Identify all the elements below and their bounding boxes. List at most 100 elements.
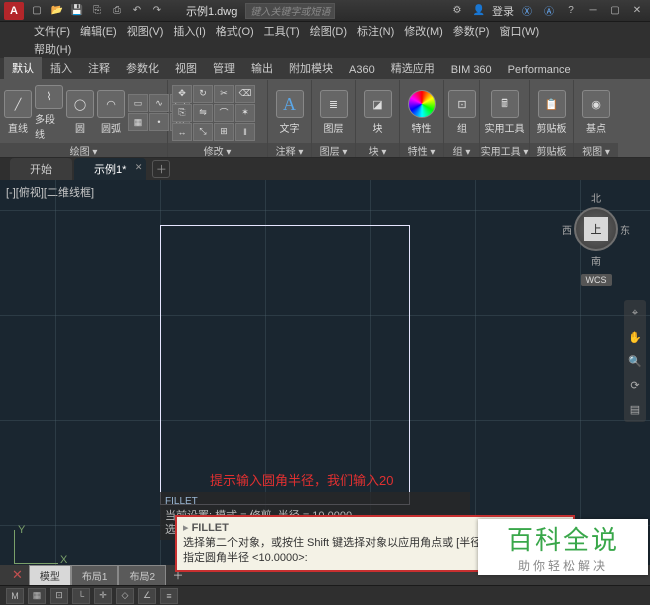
layer-button[interactable]: ≣图层	[316, 85, 351, 141]
layout-tab-1[interactable]: 布局1	[71, 565, 119, 585]
text-button[interactable]: A文字	[272, 85, 307, 141]
file-tab-add-icon[interactable]: ＋	[152, 160, 170, 178]
hatch-icon[interactable]: ▦	[128, 113, 148, 131]
spline-icon[interactable]: ∿	[149, 94, 169, 112]
grid-toggle-icon[interactable]: ▦	[28, 588, 46, 604]
exchange-icon[interactable]: Ⓧ	[518, 2, 536, 20]
offset-icon[interactable]: ‖	[235, 123, 255, 141]
redo-icon[interactable]: ↷	[148, 2, 166, 20]
menu-insert[interactable]: 插入(I)	[169, 22, 209, 40]
new-icon[interactable]: ▢	[28, 2, 46, 20]
ribbon-tab-addins[interactable]: 附加模块	[281, 57, 341, 79]
viewcube[interactable]: 北 西 上 东 南 WCS	[562, 190, 630, 286]
scale-icon[interactable]: ⤡	[193, 123, 213, 141]
panel-prop-title[interactable]: 特性 ▾	[400, 143, 443, 157]
ortho-toggle-icon[interactable]: └	[72, 588, 90, 604]
snap-toggle-icon[interactable]: ⊡	[50, 588, 68, 604]
menu-help[interactable]: 帮助(H)	[30, 40, 75, 58]
ribbon-tab-manage[interactable]: 管理	[205, 57, 243, 79]
help-icon[interactable]: ?	[562, 2, 580, 20]
menu-modify[interactable]: 修改(M)	[400, 22, 447, 40]
layout-tab-model[interactable]: 模型	[29, 565, 71, 585]
block-button[interactable]: ◪块	[360, 85, 395, 141]
saveas-icon[interactable]: ⎘	[88, 2, 106, 20]
explode-icon[interactable]: ✶	[235, 104, 255, 122]
menu-edit[interactable]: 编辑(E)	[76, 22, 121, 40]
panel-view-title[interactable]: 视图 ▾	[574, 143, 618, 157]
panel-block-title[interactable]: 块 ▾	[356, 143, 399, 157]
line-button[interactable]: ╱直线	[4, 85, 32, 141]
ribbon-tab-performance[interactable]: Performance	[500, 61, 579, 79]
wcs-badge[interactable]: WCS	[562, 274, 630, 286]
ribbon-tab-annotate[interactable]: 注释	[80, 57, 118, 79]
signin-icon[interactable]: 👤	[470, 2, 488, 20]
panel-clip-title[interactable]: 剪贴板	[530, 143, 573, 157]
drawing-canvas[interactable]: [-][俯视][二维线框] 提示输入圆角半径，我们输入20 FILLET 当前设…	[0, 180, 650, 572]
menu-file[interactable]: 文件(F)	[30, 22, 74, 40]
panel-modify-title[interactable]: 修改 ▾	[168, 143, 267, 157]
ucs-icon[interactable]: Y X	[10, 524, 60, 564]
open-icon[interactable]: 📂	[48, 2, 66, 20]
app-menu-icon[interactable]: A	[4, 2, 24, 20]
move-icon[interactable]: ✥	[172, 85, 192, 103]
file-tab-close-icon[interactable]: ✕	[135, 162, 143, 173]
fullnav-icon[interactable]: ⌖	[626, 304, 644, 322]
ribbon-tab-bim360[interactable]: BIM 360	[443, 61, 500, 79]
viewport-label[interactable]: [-][俯视][二维线框]	[6, 184, 94, 200]
point-icon[interactable]: •	[149, 113, 169, 131]
ribbon-tab-insert[interactable]: 插入	[42, 57, 80, 79]
polar-toggle-icon[interactable]: ✛	[94, 588, 112, 604]
showmotion-icon[interactable]: ▤	[626, 400, 644, 418]
trim-icon[interactable]: ✂	[214, 85, 234, 103]
minimize-icon[interactable]: ─	[584, 2, 602, 20]
plot-icon[interactable]: ⎙	[108, 2, 126, 20]
menu-tools[interactable]: 工具(T)	[260, 22, 304, 40]
file-tab-start[interactable]: 开始	[10, 158, 72, 180]
file-tab-doc[interactable]: 示例1*✕	[74, 158, 146, 180]
pan-icon[interactable]: ✋	[626, 328, 644, 346]
ribbon-tab-default[interactable]: 默认	[4, 57, 42, 79]
stretch-icon[interactable]: ↔	[172, 123, 192, 141]
ribbon-tab-a360[interactable]: A360	[341, 61, 383, 79]
model-toggle[interactable]: M	[6, 588, 24, 604]
circle-button[interactable]: ◯圆	[66, 85, 94, 141]
utilities-button[interactable]: 🖩实用工具	[484, 85, 525, 141]
ribbon-tab-parametric[interactable]: 参数化	[118, 57, 167, 79]
menu-format[interactable]: 格式(O)	[212, 22, 258, 40]
viewcube-top-face[interactable]: 上	[584, 217, 608, 241]
menu-window[interactable]: 窗口(W)	[495, 22, 543, 40]
orbit-icon[interactable]: ⟳	[626, 376, 644, 394]
ribbon-tab-featured[interactable]: 精选应用	[383, 57, 443, 79]
ribbon-tab-output[interactable]: 输出	[243, 57, 281, 79]
menu-view[interactable]: 视图(V)	[123, 22, 168, 40]
osnap-toggle-icon[interactable]: ◇	[116, 588, 134, 604]
close-cmdline-icon[interactable]: ✕	[12, 567, 23, 583]
menu-draw[interactable]: 绘图(D)	[306, 22, 351, 40]
array-icon[interactable]: ⊞	[214, 123, 234, 141]
close-icon[interactable]: ✕	[628, 2, 646, 20]
properties-button[interactable]: 特性	[404, 85, 439, 141]
a360-icon[interactable]: Ⓐ	[540, 2, 558, 20]
arc-button[interactable]: ◠圆弧	[97, 85, 125, 141]
panel-layer-title[interactable]: 图层 ▾	[312, 143, 355, 157]
layout-tab-2[interactable]: 布局2	[118, 565, 166, 585]
fillet-icon[interactable]: ⌒	[214, 104, 234, 122]
group-button[interactable]: ⊡组	[448, 85, 476, 141]
copy-icon[interactable]: ⎘	[172, 104, 192, 122]
menu-dimension[interactable]: 标注(N)	[353, 22, 398, 40]
panel-group-title[interactable]: 组 ▾	[444, 143, 479, 157]
panel-anno-title[interactable]: 注释 ▾	[268, 143, 311, 157]
maximize-icon[interactable]: ▢	[606, 2, 624, 20]
polyline-button[interactable]: ⌇多段线	[35, 85, 63, 141]
erase-icon[interactable]: ⌫	[235, 85, 255, 103]
rect-icon[interactable]: ▭	[128, 94, 148, 112]
panel-draw-title[interactable]: 绘图 ▾	[0, 143, 167, 157]
menu-param[interactable]: 参数(P)	[449, 22, 494, 40]
infocenter-icon[interactable]: ⚙	[448, 2, 466, 20]
save-icon[interactable]: 💾	[68, 2, 86, 20]
help-search-input[interactable]: 键入关键字或短语	[245, 3, 335, 19]
clipboard-button[interactable]: 📋剪贴板	[534, 85, 569, 141]
otrack-toggle-icon[interactable]: ∠	[138, 588, 156, 604]
undo-icon[interactable]: ↶	[128, 2, 146, 20]
rotate-icon[interactable]: ↻	[193, 85, 213, 103]
